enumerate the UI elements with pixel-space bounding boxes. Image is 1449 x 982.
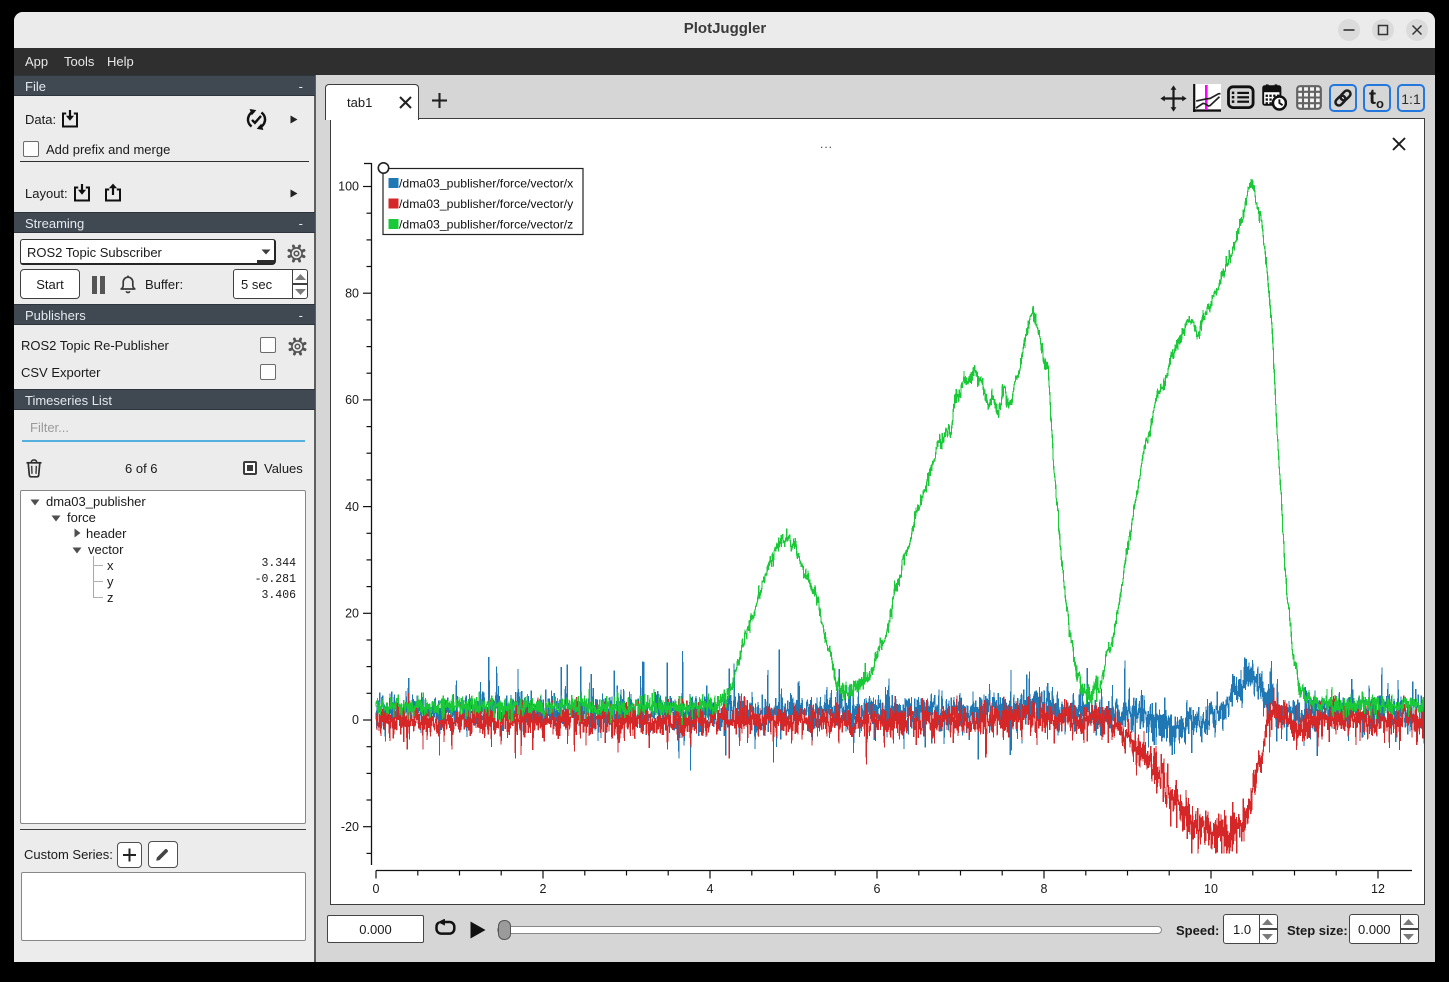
svg-text:80: 80 [345,286,359,300]
svg-text:6: 6 [874,882,881,896]
svg-text:60: 60 [345,393,359,407]
svg-text:8: 8 [1041,882,1048,896]
svg-text:0: 0 [352,713,359,727]
svg-text:10: 10 [1204,882,1218,896]
svg-text:/dma03_publisher/force/vector/: /dma03_publisher/force/vector/y [399,197,574,211]
svg-text:12: 12 [1371,882,1385,896]
svg-text:-20: -20 [341,820,359,834]
svg-text:20: 20 [345,607,359,621]
svg-text:/dma03_publisher/force/vector/: /dma03_publisher/force/vector/z [399,217,573,231]
svg-text:4: 4 [707,882,714,896]
svg-text:0: 0 [373,882,380,896]
svg-text:40: 40 [345,500,359,514]
svg-text:100: 100 [338,180,359,194]
svg-text:/dma03_publisher/force/vector/: /dma03_publisher/force/vector/x [399,176,573,190]
svg-text:2: 2 [540,882,547,896]
